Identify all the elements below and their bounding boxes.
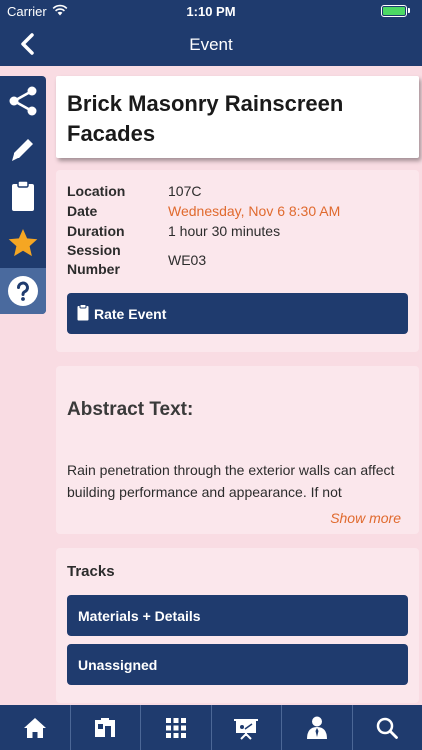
share-icon xyxy=(9,86,37,116)
tracks-heading: Tracks xyxy=(67,563,115,580)
date-value[interactable]: Wednesday, Nov 6 8:30 AM xyxy=(168,203,340,219)
share-button[interactable] xyxy=(0,78,46,124)
tab-schedule[interactable] xyxy=(140,705,211,750)
duration-label: Duration xyxy=(67,223,125,239)
status-time: 1:10 PM xyxy=(186,4,236,19)
grid-icon xyxy=(165,717,186,738)
battery-icon xyxy=(381,5,407,17)
booth-icon xyxy=(95,717,116,737)
session-number-label: Session Number xyxy=(67,242,121,277)
pencil-icon xyxy=(12,139,33,161)
track-label: Materials + Details xyxy=(78,608,201,624)
tab-bar xyxy=(0,705,422,750)
event-title: Brick Masonry Rainscreen Facades xyxy=(67,91,344,146)
tracks-card: Tracks Materials + Details Unassigned xyxy=(56,548,419,703)
track-button-unassigned[interactable]: Unassigned xyxy=(67,644,408,685)
nav-bar: Event xyxy=(0,22,422,66)
tab-sessions[interactable] xyxy=(210,705,282,750)
location-value: 107C xyxy=(168,183,202,199)
presentation-icon xyxy=(234,718,259,740)
help-icon xyxy=(8,276,38,306)
rate-event-label: Rate Event xyxy=(94,306,167,322)
side-toolbar xyxy=(0,76,46,314)
battery-tip xyxy=(408,8,410,13)
tab-speakers[interactable] xyxy=(281,705,352,750)
favorite-button[interactable] xyxy=(0,220,46,266)
edit-button[interactable] xyxy=(0,126,46,172)
clipboard-icon xyxy=(12,180,34,211)
track-button-materials-details[interactable]: Materials + Details xyxy=(67,595,408,636)
tab-home[interactable] xyxy=(0,705,70,750)
tab-search[interactable] xyxy=(351,705,422,750)
duration-value: 1 hour 30 minutes xyxy=(168,223,281,239)
star-icon xyxy=(8,229,38,257)
show-more-link[interactable]: Show more xyxy=(330,510,401,526)
abstract-text: Rain penetration through the exterior wa… xyxy=(67,462,395,500)
home-icon xyxy=(23,717,46,738)
status-bar: Carrier 1:10 PM xyxy=(0,0,422,22)
search-icon xyxy=(377,717,399,739)
event-details-card: Location 107C Date Wednesday, Nov 6 8:30… xyxy=(56,170,419,352)
event-title-card: Brick Masonry Rainscreen Facades xyxy=(56,76,419,158)
abstract-heading: Abstract Text: xyxy=(67,399,194,420)
tab-exhibitors[interactable] xyxy=(69,705,141,750)
abstract-card: Abstract Text: Rain penetration through … xyxy=(56,366,419,534)
person-icon xyxy=(306,716,327,739)
clipboard-icon xyxy=(77,304,89,321)
date-label: Date xyxy=(67,203,98,219)
track-label: Unassigned xyxy=(78,657,158,673)
location-label: Location xyxy=(67,183,126,199)
rate-event-button[interactable]: Rate Event xyxy=(67,293,408,334)
page-title: Event xyxy=(189,35,233,54)
notes-button[interactable] xyxy=(0,173,46,219)
help-button[interactable] xyxy=(0,268,46,314)
session-number-value: WE03 xyxy=(168,252,207,268)
